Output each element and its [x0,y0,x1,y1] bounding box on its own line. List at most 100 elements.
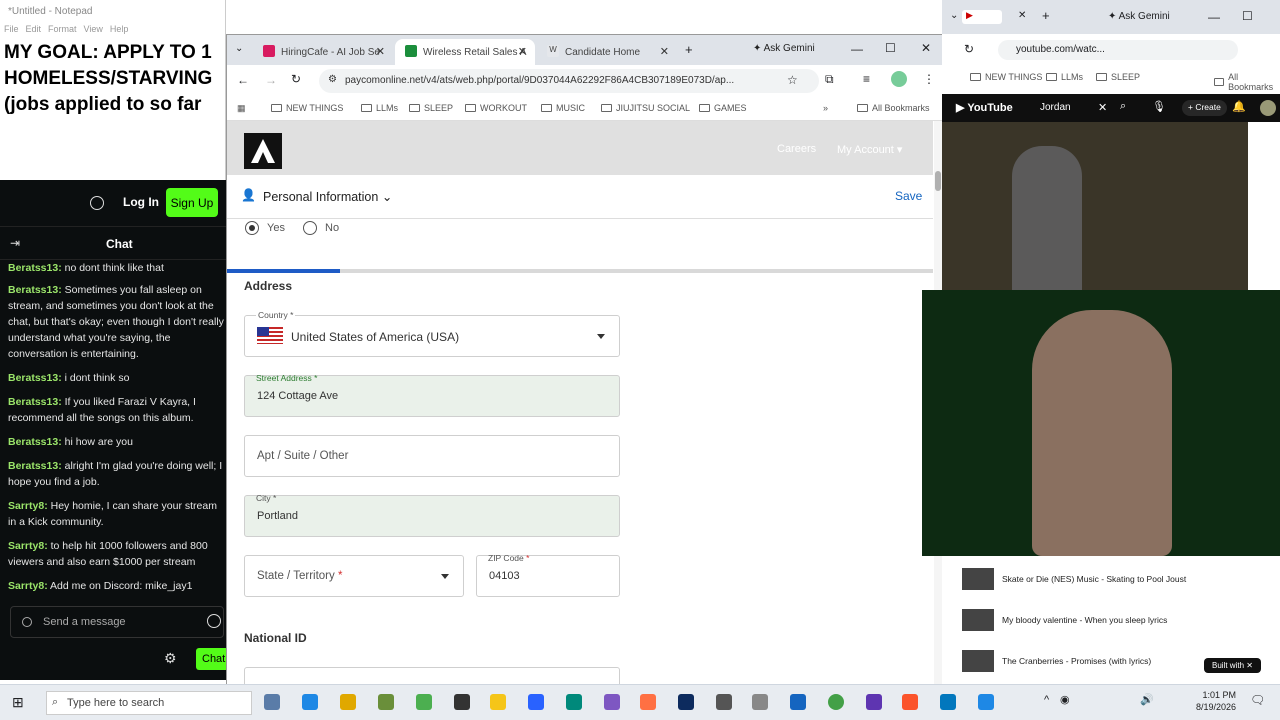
media-icon[interactable]: ≡ [863,72,870,86]
clear-search-icon[interactable]: ✕ [1098,101,1107,114]
app-icon[interactable] [940,694,956,710]
new-tab-icon[interactable]: + [685,42,693,57]
back-icon[interactable]: ← [237,73,249,87]
youtube-logo[interactable]: ▶ YouTube [956,101,1013,114]
minimize-icon[interactable]: — [851,42,863,56]
street-address-field[interactable]: Street Address * 124 Cottage Ave [244,373,620,417]
chat-username[interactable]: Sarrty8: [8,540,48,552]
youtube-search-input[interactable]: Jordan [1040,102,1071,113]
bookmark-new-things[interactable]: NEW THINGS [970,72,1042,82]
app-icon[interactable] [416,694,432,710]
profile-avatar[interactable] [891,71,907,87]
app-icon[interactable] [490,694,506,710]
save-button[interactable]: Save [895,189,922,203]
state-select[interactable]: State / Territory * [244,555,464,597]
my-account-menu[interactable]: My Account ▾ [837,143,902,156]
windows-start-icon[interactable]: ⊞ [12,694,24,711]
zip-code-field[interactable]: ZIP Code * 04103 [476,553,620,597]
notifications-icon[interactable]: 🔔 [1232,100,1246,113]
notepad-text[interactable]: MY GOAL: APPLY TO 1 HOMELESS/STARVING (j… [4,40,244,118]
github-icon[interactable] [454,694,470,710]
extensions-icon[interactable]: ⧉ [825,72,834,87]
video-feed-interview[interactable] [942,122,1248,290]
site-info-icon[interactable]: ⚙ [328,74,337,85]
search-icon[interactable]: ⌕ [1120,100,1126,113]
emoji-icon[interactable] [207,614,221,628]
app-icon[interactable] [566,694,582,710]
country-select[interactable]: Country * United States of America (USA) [244,310,620,357]
docs-icon[interactable] [528,694,544,710]
radio-yes[interactable] [245,221,259,235]
chat-username[interactable]: Beratss13: [8,460,62,472]
notifications-icon[interactable]: 🗨 [1250,693,1265,707]
youtube-tab[interactable]: ▶ [962,10,1002,24]
menu-help[interactable]: Help [110,24,129,34]
scrollbar-thumb[interactable] [935,171,941,191]
maximize-icon[interactable]: ☐ [885,41,896,55]
gear-icon[interactable]: ⚙ [164,650,177,667]
tab-wireless-retail[interactable]: Wireless Retail Sales A ✕ [395,39,535,65]
menu-file[interactable]: File [4,24,19,34]
close-tab-icon[interactable]: ✕ [660,45,669,58]
tab-search-icon[interactable]: ⌄ [235,43,243,54]
more-menu-icon[interactable]: ⋮ [923,72,935,86]
chat-username[interactable]: Sarrty8: [8,580,48,592]
new-tab-icon[interactable]: + [1042,8,1050,23]
close-window-icon[interactable]: ✕ [921,41,931,55]
national-id-field[interactable] [244,667,620,685]
bookmark-music[interactable]: MUSIC [541,103,585,113]
tab-search-icon[interactable]: ⌄ [950,10,958,21]
task-view-icon[interactable] [264,694,280,710]
bookmark-llms[interactable]: LLMs [1046,72,1083,82]
signup-button[interactable]: Sign Up [166,188,218,217]
firefox-icon[interactable] [640,694,656,710]
volume-icon[interactable]: 🔊 [1140,693,1154,706]
login-button[interactable]: Log In [123,195,159,209]
url-input[interactable]: ⚙ paycomonline.net/v4/ats/web.php/portal/… [319,69,819,93]
bookmark-jiujitsu-social[interactable]: JIUJITSU SOCIAL [601,103,690,113]
globe-icon[interactable] [90,196,104,210]
playlist-item[interactable]: My bloody valentine - When you sleep lyr… [962,607,1262,633]
close-tab-icon[interactable]: ✕ [376,45,385,58]
secondary-url-input[interactable]: youtube.com/watc... [998,40,1238,60]
radio-no[interactable] [303,221,317,235]
careers-link[interactable]: Careers [777,143,816,155]
bookmark-new-things[interactable]: NEW THINGS [271,103,343,113]
tab-candidate-home[interactable]: W Candidate Home ✕ [537,39,677,65]
edge-icon[interactable] [302,694,318,710]
apps-icon[interactable]: ▦ [237,103,246,114]
tab-hiringcafe[interactable]: HiringCafe - AI Job Se ✕ [253,39,393,65]
ask-gemini-button[interactable]: ✦ Ask Gemini [1108,11,1170,22]
company-logo[interactable] [244,133,282,169]
apt-suite-field[interactable]: Apt / Suite / Other [244,435,620,477]
bookmark-sleep[interactable]: SLEEP [409,103,453,113]
taskbar-search-input[interactable]: ⌕ Type here to search [46,691,252,715]
create-button[interactable]: + Create [1182,100,1227,116]
tray-overflow-icon[interactable]: ^ [1044,694,1049,706]
system-clock[interactable]: 1:01 PM 8/19/2026 [1196,689,1236,713]
app-icon[interactable] [978,694,994,710]
file-explorer-icon[interactable] [340,694,356,710]
chrome-icon[interactable] [828,694,844,710]
bookmark-sleep[interactable]: SLEEP [1096,72,1140,82]
bookmark-workout[interactable]: WORKOUT [465,103,527,113]
webcam-feed[interactable] [922,290,1280,556]
app-icon[interactable] [604,694,620,710]
minimize-icon[interactable]: — [1208,10,1220,24]
bookmark-star-icon[interactable]: ☆ [787,73,798,87]
photoshop-icon[interactable] [678,694,694,710]
reload-icon[interactable]: ↻ [291,72,301,86]
brave-icon[interactable] [902,694,918,710]
built-with-badge[interactable]: Built with ✕ [1204,658,1261,673]
chat-username[interactable]: Beratss13: [8,436,62,448]
chat-username[interactable]: Beratss13: [8,262,62,274]
all-bookmarks[interactable]: All Bookmarks [857,103,930,113]
app-icon[interactable] [866,694,882,710]
close-tab-icon[interactable]: ✕ [1018,10,1026,21]
chat-username[interactable]: Beratss13: [8,284,62,296]
menu-view[interactable]: View [84,24,103,34]
app-icon[interactable] [378,694,394,710]
chat-message-input[interactable]: Send a message [10,606,224,638]
youtube-avatar[interactable] [1260,100,1276,116]
forward-icon[interactable]: → [265,73,277,87]
